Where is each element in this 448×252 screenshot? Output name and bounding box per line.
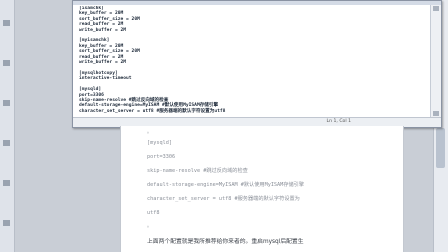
ruler-tick — [3, 20, 10, 26]
text-line: default-storage-engine=MyISAM #默认使用MyISA… — [79, 103, 219, 109]
text-line: write_buffer = 2M — [79, 60, 127, 66]
notepad-window: [isamchk] key_buffer = 20M sort_buffer_s… — [72, 0, 442, 128]
notepad-text-area[interactable]: [isamchk] key_buffer = 20M sort_buffer_s… — [79, 6, 421, 114]
doc-line-utf8: utf8 — [147, 210, 160, 216]
text-line: interactive-timeout — [79, 76, 132, 82]
text-line: [mysqld] — [79, 87, 102, 93]
doc-line-skip: skip-name-resolve #跳过反向域的检查 — [147, 168, 248, 174]
scrollbar-thumb[interactable] — [436, 128, 445, 168]
scroll-down-arrow-icon[interactable] — [433, 111, 439, 116]
text-line: sort_buffer_size = 20M — [79, 49, 140, 55]
text-line: port=3306 — [79, 92, 104, 98]
doc-line-mysqld: [mysqld] — [147, 140, 172, 146]
text-line: read_buffer = 2M — [79, 22, 124, 28]
ruler-tick — [3, 100, 10, 106]
paragraph-mark: 。 — [147, 223, 153, 229]
doc-line-engine: default-storage-engine=MyISAM #默认使用MyISA… — [147, 182, 305, 188]
text-line: [myisamchk] — [79, 38, 110, 44]
doc-paragraph: 上面两个配置就是我所推荐给你来者的。重启mysql后配置生 — [147, 239, 304, 245]
doc-line-charset: character_set_server = utf8 #服务器端的默认字符设置… — [147, 196, 300, 202]
ruler-tick — [3, 140, 10, 146]
cursor-position: Ln 1, Col 1 — [326, 119, 351, 124]
doc-line-port: port=3306 — [147, 154, 176, 160]
notepad-titlebar-edge — [73, 1, 441, 5]
text-line: write_buffer = 2M — [79, 27, 127, 33]
ruler-tick — [3, 60, 10, 66]
vertical-ruler — [0, 0, 15, 252]
text-line: character_set_server = utf8 #服务器端的默认字符设置… — [79, 108, 226, 114]
notepad-scrollbar[interactable] — [430, 5, 441, 117]
text-line: read_buffer = 2M — [79, 54, 124, 60]
scroll-up-arrow-icon[interactable] — [433, 6, 439, 11]
document-page[interactable]: 。 [mysqld] port=3306 skip-name-resolve #… — [120, 126, 404, 252]
ruler-tick — [3, 220, 10, 226]
text-line: key_buffer = 20M — [79, 11, 124, 17]
ruler-tick — [3, 180, 10, 186]
paragraph-mark: 。 — [147, 129, 153, 135]
